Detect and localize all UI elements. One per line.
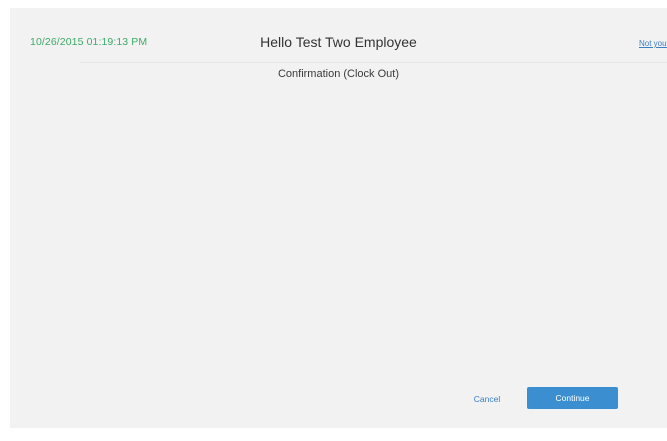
greeting-title: Hello Test Two Employee [260,34,417,50]
cancel-link[interactable]: Cancel [465,394,509,404]
page-subtitle: Confirmation (Clock Out) [277,68,400,80]
header-divider [80,62,667,63]
not-you-link[interactable]: Not you? [639,39,667,48]
confirmation-screen: 10/26/2015 01:19:13 PM Hello Test Two Em… [10,8,667,428]
continue-button[interactable]: Continue [527,387,618,409]
